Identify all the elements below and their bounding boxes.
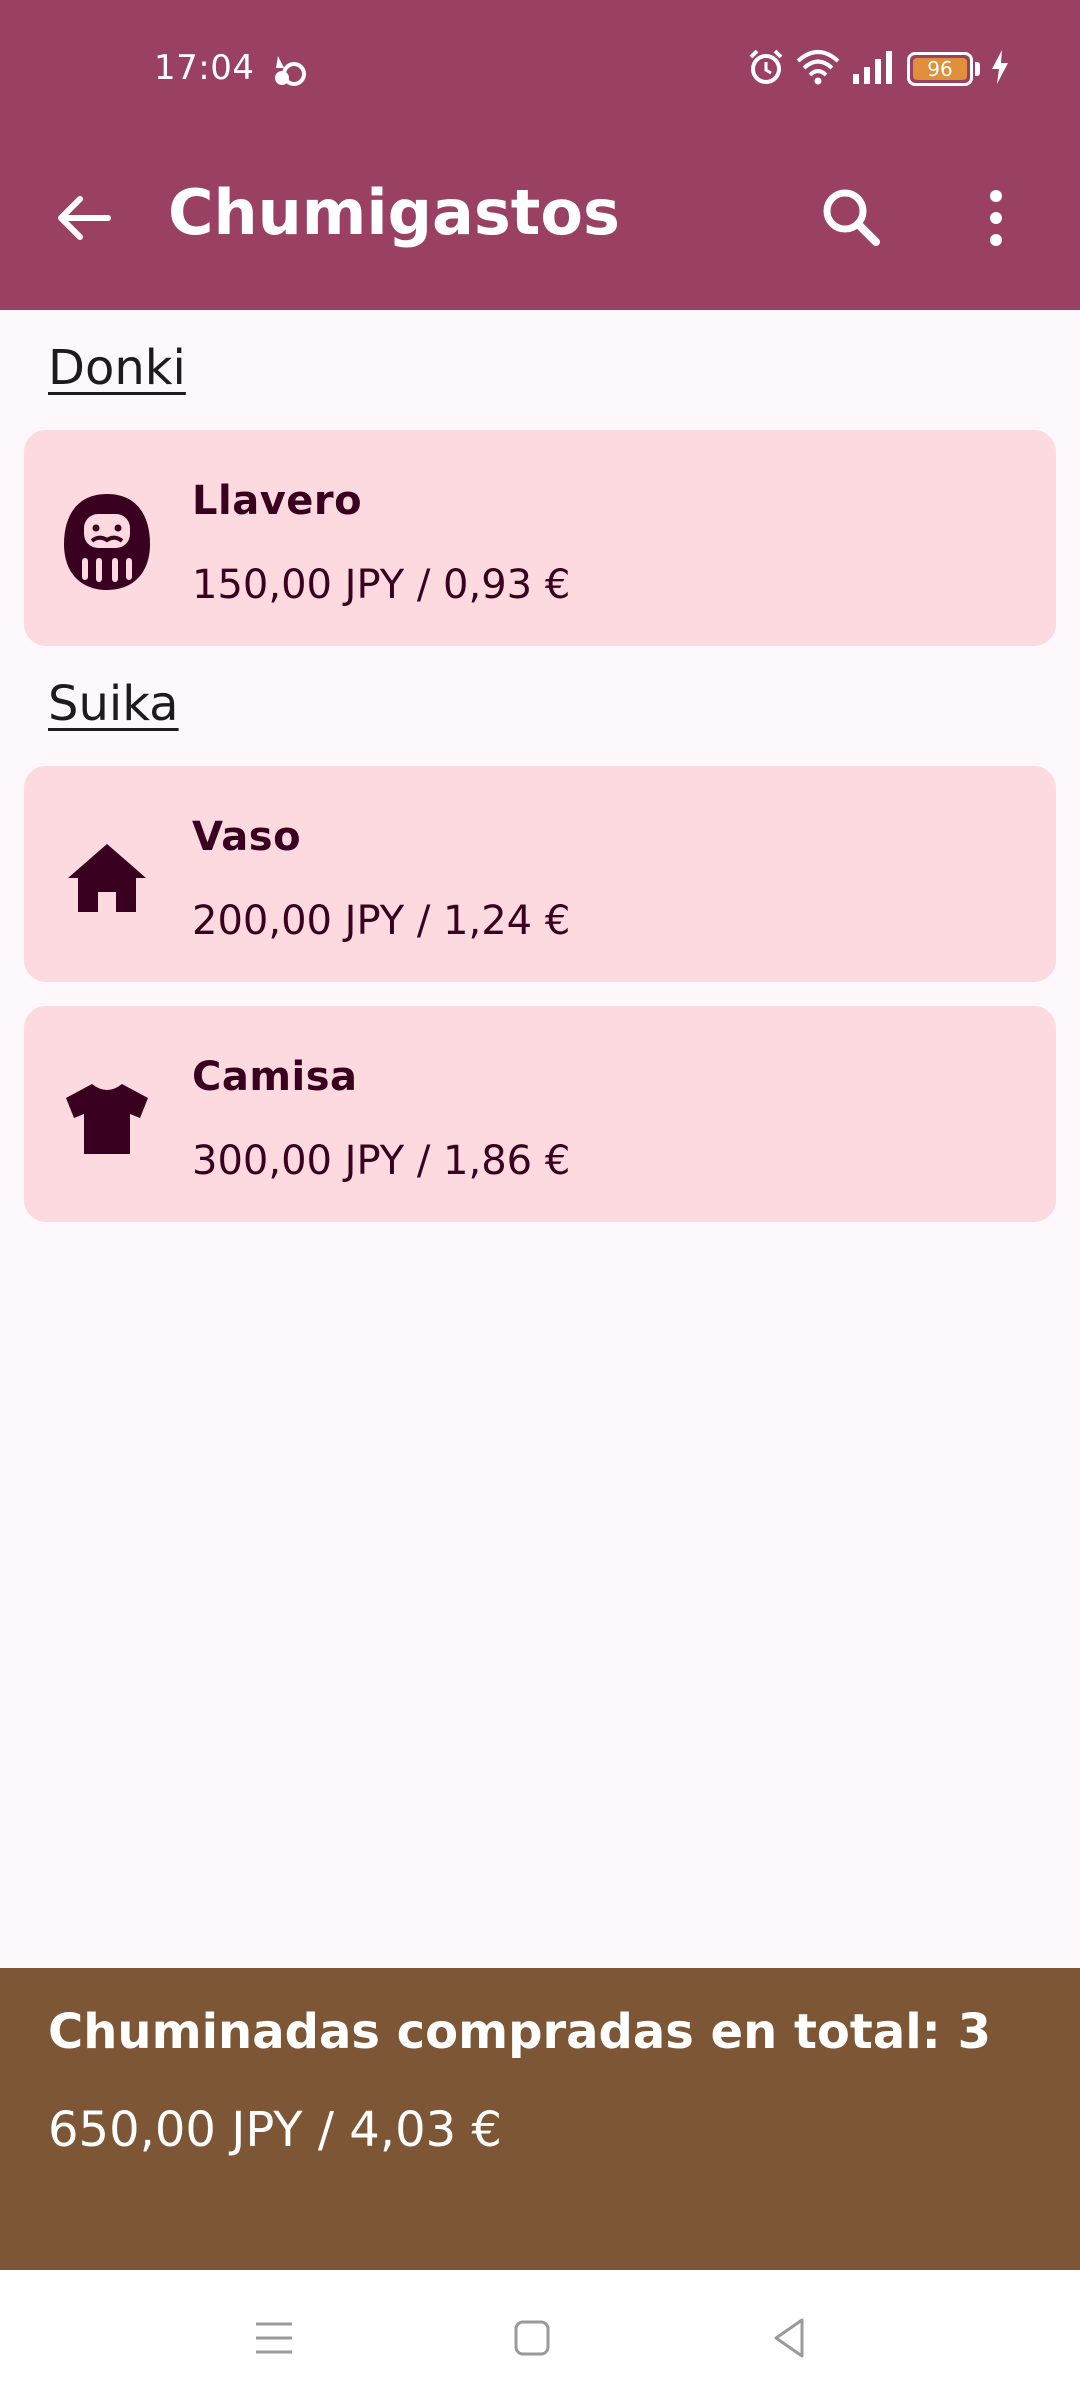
battery-icon: 96 <box>907 52 973 86</box>
battery-level: 96 <box>927 57 953 81</box>
status-bar: 17:04 96 <box>0 0 1080 140</box>
more-vert-icon <box>990 190 1002 246</box>
more-options-button[interactable] <box>958 178 1034 258</box>
back-arrow-icon <box>58 196 111 240</box>
section-title-donki: Donki <box>48 340 186 396</box>
recents-button[interactable] <box>244 2308 304 2368</box>
wifi-icon <box>795 49 841 89</box>
page-title: Chumigastos <box>168 176 620 249</box>
item-price: 150,00 JPY / 0,93 € <box>192 562 571 608</box>
item-name: Llavero <box>192 478 363 524</box>
list-item[interactable]: Llavero 150,00 JPY / 0,93 € <box>24 430 1056 646</box>
item-name: Camisa <box>192 1054 358 1100</box>
menu-icon <box>256 2322 292 2354</box>
section-title-suika: Suika <box>48 676 179 732</box>
daruma-icon <box>52 486 162 596</box>
weather-icon <box>270 52 310 90</box>
system-nav-bar <box>0 2270 1080 2400</box>
back-button[interactable] <box>48 182 120 254</box>
search-button[interactable] <box>812 178 892 258</box>
search-icon <box>823 189 880 246</box>
summary-total: 650,00 JPY / 4,03 € <box>48 2102 502 2158</box>
item-price: 200,00 JPY / 1,24 € <box>192 898 571 944</box>
item-price: 300,00 JPY / 1,86 € <box>192 1138 571 1184</box>
home-square-icon <box>514 2320 550 2356</box>
app-bar: Chumigastos <box>0 140 1080 310</box>
back-triangle-icon <box>774 2318 804 2358</box>
alarm-icon <box>747 48 785 90</box>
house-icon <box>52 822 162 932</box>
back-nav-button[interactable] <box>760 2308 820 2368</box>
status-time: 17:04 <box>154 48 255 88</box>
list-item[interactable]: Vaso 200,00 JPY / 1,24 € <box>24 766 1056 982</box>
status-icons: 96 <box>747 48 1010 90</box>
summary-title: Chuminadas compradas en total: 3 <box>48 2004 991 2060</box>
charging-icon <box>990 50 1010 88</box>
summary-bar: Chuminadas compradas en total: 3 650,00 … <box>0 1968 1080 2270</box>
home-button[interactable] <box>502 2308 562 2368</box>
list-item[interactable]: Camisa 300,00 JPY / 1,86 € <box>24 1006 1056 1222</box>
signal-icon <box>851 50 897 88</box>
shirt-icon <box>52 1062 162 1172</box>
item-name: Vaso <box>192 814 302 860</box>
